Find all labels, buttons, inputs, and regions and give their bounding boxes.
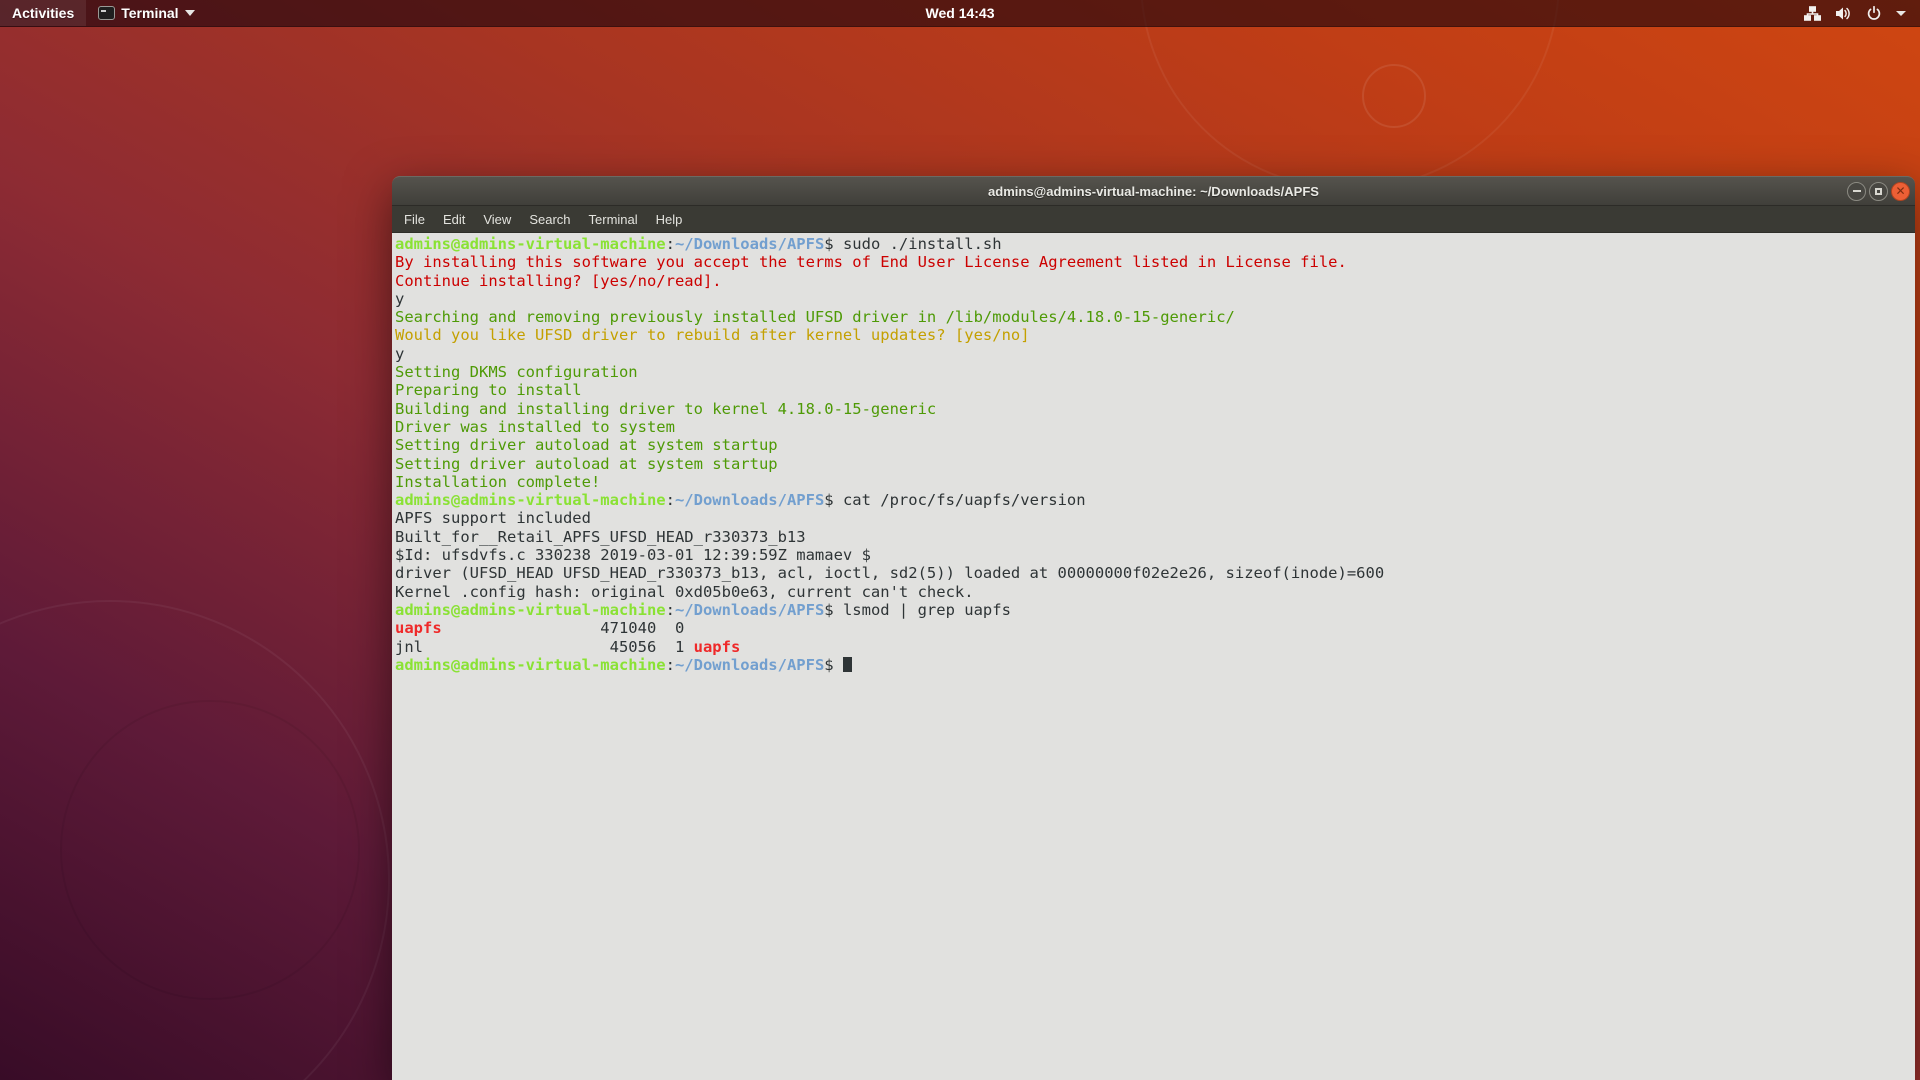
power-icon: [1866, 5, 1882, 21]
volume-icon: [1835, 6, 1852, 21]
wallpaper-circle-decoration: [60, 700, 360, 1000]
menu-view[interactable]: View: [474, 208, 520, 231]
window-title-bar[interactable]: admins@admins-virtual-machine: ~/Downloa…: [392, 176, 1915, 206]
menu-file[interactable]: File: [395, 208, 434, 231]
minimize-button[interactable]: [1847, 181, 1866, 201]
minimize-icon: [1852, 190, 1861, 192]
window-title: admins@admins-virtual-machine: ~/Downloa…: [988, 183, 1319, 199]
terminal-line: $Id: ufsdvfs.c 330238 2019-03-01 12:39:5…: [395, 546, 871, 565]
app-menu-terminal[interactable]: Terminal: [86, 0, 206, 26]
terminal-line: Continue installing? [yes/no/read].: [395, 271, 722, 290]
close-icon: ✕: [1895, 184, 1906, 198]
app-menu-label: Terminal: [121, 5, 179, 21]
terminal-line: admins@admins-virtual-machine:~/Download…: [395, 656, 1915, 674]
menu-search[interactable]: Search: [520, 208, 579, 231]
terminal-line: Built_for__Retail_APFS_UFSD_HEAD_r330373…: [395, 527, 806, 546]
terminal-line: Kernel .config hash: original 0xd05b0e63…: [395, 582, 974, 601]
terminal-line: admins@admins-virtual-machine:~/Download…: [395, 491, 1086, 510]
terminal-line: Building and installing driver to kernel…: [395, 399, 937, 418]
wallpaper-circle-decoration: [1362, 64, 1426, 128]
terminal-line: Setting DKMS configuration: [395, 363, 638, 382]
close-button[interactable]: ✕: [1891, 181, 1910, 201]
wallpaper-circle-decoration: [1140, 0, 1560, 190]
terminal-line: y: [395, 289, 405, 308]
maximize-icon: [1875, 187, 1882, 195]
terminal-line: Would you like UFSD driver to rebuild af…: [395, 326, 1030, 345]
chevron-down-icon: [184, 10, 195, 16]
top-panel: Activities Terminal Wed 14:43: [0, 0, 1920, 27]
terminal-output[interactable]: admins@admins-virtual-machine:~/Download…: [392, 233, 1915, 1080]
menu-edit[interactable]: Edit: [434, 208, 474, 231]
terminal-line: admins@admins-virtual-machine:~/Download…: [395, 600, 1011, 619]
menu-terminal[interactable]: Terminal: [580, 208, 647, 231]
clock[interactable]: Wed 14:43: [916, 1, 1005, 25]
terminal-line: Setting driver autoload at system startu…: [395, 436, 778, 455]
terminal-app-icon: [98, 6, 116, 20]
chevron-down-icon: [1896, 10, 1906, 16]
terminal-line: Installation complete!: [395, 472, 601, 491]
terminal-cursor: [842, 656, 852, 672]
terminal-line: driver (UFSD_HEAD UFSD_HEAD_r330373_b13,…: [395, 564, 1385, 583]
terminal-line: Setting driver autoload at system startu…: [395, 454, 778, 473]
terminal-line: jnl 45056 1 uapfs: [395, 637, 741, 656]
terminal-menu-bar: File Edit View Search Terminal Help: [392, 206, 1915, 233]
system-status-area[interactable]: [1790, 0, 1920, 26]
terminal-line: admins@admins-virtual-machine:~/Download…: [395, 235, 1002, 253]
network-wired-icon: [1804, 5, 1821, 21]
terminal-line: Searching and removing previously instal…: [395, 308, 1235, 327]
terminal-line: y: [395, 344, 405, 363]
terminal-line: Preparing to install: [395, 381, 582, 400]
terminal-line: APFS support included: [395, 509, 591, 528]
terminal-line: Driver was installed to system: [395, 417, 675, 436]
maximize-button[interactable]: [1869, 181, 1888, 201]
terminal-window: admins@admins-virtual-machine: ~/Downloa…: [392, 176, 1915, 1080]
activities-label: Activities: [12, 5, 75, 21]
terminal-line: uapfs 471040 0: [395, 619, 685, 638]
terminal-line: By installing this software you accept t…: [395, 253, 1347, 272]
menu-help[interactable]: Help: [647, 208, 692, 231]
activities-button[interactable]: Activities: [0, 0, 87, 26]
